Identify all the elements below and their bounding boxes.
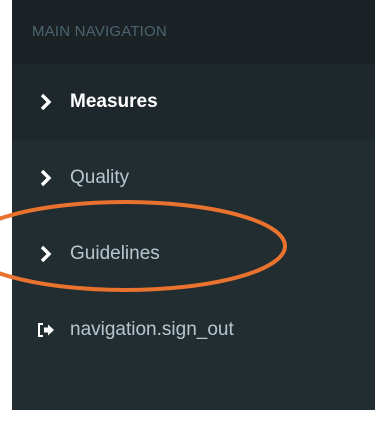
main-navigation-header: MAIN NAVIGATION <box>12 0 375 64</box>
sign-out-icon <box>34 318 58 342</box>
sidebar-item-label: navigation.sign_out <box>70 319 234 340</box>
sidebar-menu: MAIN NAVIGATION Measures Quality Guideli… <box>12 0 375 410</box>
sidebar-item-label: Measures <box>70 91 158 112</box>
screenshot-stage: MAIN NAVIGATION Measures Quality Guideli… <box>0 0 375 425</box>
chevron-right-icon <box>34 242 58 266</box>
chevron-right-icon <box>34 166 58 190</box>
sidebar-item-label: Quality <box>70 167 130 188</box>
sidebar-item-sign-out[interactable]: navigation.sign_out <box>12 292 375 368</box>
chevron-right-icon <box>34 90 58 114</box>
sidebar-item-quality[interactable]: Quality <box>12 140 375 216</box>
sidebar-item-measures[interactable]: Measures <box>12 64 375 140</box>
sidebar-item-guidelines[interactable]: Guidelines <box>12 216 375 292</box>
sidebar-item-label: Guidelines <box>70 243 160 264</box>
